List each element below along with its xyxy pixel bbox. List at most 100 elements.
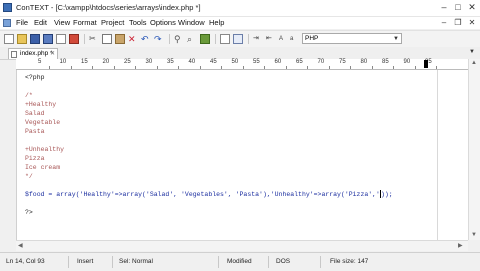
status-bar: Ln 14, Col 93 Insert Sel: Normal Modifie…: [0, 252, 480, 271]
redo-icon[interactable]: ↷: [154, 34, 164, 44]
insert-mode: Insert: [77, 258, 94, 265]
code-text: /*: [25, 92, 33, 99]
uppercase-icon[interactable]: A: [279, 34, 289, 44]
highlighter-select[interactable]: PHP ▼: [302, 33, 402, 44]
code-text: Vegetable: [25, 119, 61, 126]
menu-file[interactable]: File: [16, 18, 28, 27]
scroll-up-icon[interactable]: ▲: [471, 60, 477, 66]
code-text: +Unhealthy: [25, 146, 65, 153]
ruler-tick: [393, 66, 394, 69]
ruler-label: 40: [188, 59, 196, 65]
ruler-tick: [350, 66, 351, 69]
ruler-tick: [113, 66, 115, 69]
ruler-tick: [178, 66, 179, 69]
menu-window[interactable]: Window: [178, 18, 205, 27]
exit-icon[interactable]: [69, 34, 79, 44]
ruler: 5 10 15 20 25 30 35 40 45 50 55 60 65 70 75 80 85 90 95: [16, 59, 468, 70]
code-text: +Healthy: [25, 101, 57, 108]
toolbar-separator: [215, 34, 216, 44]
ruler-label: 25: [124, 59, 131, 65]
title-bar: ConTEXT - [C:\xampp\htdocs\series\arrays…: [0, 0, 480, 17]
paste-icon[interactable]: [115, 34, 125, 44]
menu-edit[interactable]: Edit: [34, 18, 47, 27]
menu-format[interactable]: Format: [73, 18, 97, 27]
find-icon[interactable]: ⚲: [174, 34, 184, 44]
save-icon[interactable]: [30, 34, 40, 44]
file-icon: [11, 51, 17, 58]
menu-view[interactable]: View: [54, 18, 70, 27]
code-text: Ice cream: [25, 164, 61, 171]
menu-bar: File Edit View Format Project Tools Opti…: [0, 17, 480, 29]
status-divider: [268, 256, 269, 268]
ruler-tick: [221, 66, 222, 69]
lowercase-icon[interactable]: a: [290, 34, 300, 44]
new-file-icon[interactable]: [4, 34, 14, 44]
open-folder-icon[interactable]: [17, 34, 27, 44]
close-file-icon[interactable]: [56, 34, 66, 44]
line-gutter: [0, 70, 16, 240]
ruler-tick: [307, 66, 308, 69]
doc-close-button[interactable]: ✕: [466, 17, 478, 28]
minimize-button[interactable]: –: [438, 2, 450, 13]
tab-index-php[interactable]: index.php * ✕: [8, 48, 58, 59]
scroll-down-icon[interactable]: ▼: [471, 232, 477, 238]
ruler-label: 90: [403, 59, 411, 65]
ruler-tick: [199, 66, 201, 69]
save-all-icon[interactable]: [43, 34, 53, 44]
status-divider: [320, 256, 321, 268]
maximize-button[interactable]: □: [452, 2, 464, 13]
menu-help[interactable]: Help: [209, 18, 224, 27]
close-button[interactable]: ✕: [466, 2, 478, 13]
menu-tools[interactable]: Tools: [129, 18, 147, 27]
menu-project[interactable]: Project: [101, 18, 124, 27]
window-title: ConTEXT - [C:\xampp\htdocs\series\arrays…: [16, 3, 201, 12]
status-divider: [112, 256, 113, 268]
ruler-tick: [242, 66, 244, 69]
print-icon[interactable]: [220, 34, 230, 44]
print-preview-icon[interactable]: [233, 34, 243, 44]
ruler-label: 10: [59, 59, 67, 65]
outdent-icon[interactable]: ⇤: [266, 34, 276, 44]
ruler-label: 75: [339, 59, 346, 65]
toolbar-separator: [84, 34, 85, 44]
code-line: Pasta: [25, 127, 45, 136]
delete-icon[interactable]: ✕: [128, 34, 138, 44]
toolbar-separator: [248, 34, 249, 44]
code-line: Ice cream: [25, 163, 60, 172]
indent-icon[interactable]: ⇥: [253, 34, 263, 44]
doc-minimize-button[interactable]: –: [438, 17, 450, 28]
tab-list-chevron-icon[interactable]: ▼: [466, 47, 478, 58]
scroll-left-icon[interactable]: ◀: [18, 242, 23, 249]
ruler-label: 80: [360, 59, 368, 65]
menu-options[interactable]: Options: [150, 18, 176, 27]
doc-restore-button[interactable]: ❐: [452, 17, 464, 28]
horizontal-scrollbar[interactable]: ◀ ▶: [16, 240, 468, 251]
modified-status: Modified: [227, 258, 252, 265]
code-editor[interactable]: <?php /* +Healthy Salad Vegetable Pasta +Unhea…: [16, 70, 469, 240]
ruler-tick: [371, 66, 373, 69]
ruler-label: 30: [145, 59, 153, 65]
undo-icon[interactable]: ↶: [141, 34, 151, 44]
vertical-scrollbar[interactable]: ▲ ▼: [468, 59, 480, 240]
document-menu-icon[interactable]: [3, 19, 11, 27]
code-text: <?php: [25, 74, 45, 81]
ruler-label: 15: [81, 59, 88, 65]
code-line: Vegetable: [25, 118, 60, 127]
scroll-right-icon[interactable]: ▶: [458, 242, 463, 249]
copy-icon[interactable]: [102, 34, 112, 44]
file-size: File size: 147: [330, 258, 369, 265]
ruler-label: 35: [167, 59, 174, 65]
selection-mode: Sel: Normal: [119, 258, 153, 265]
code-line: +Unhealthy: [25, 145, 64, 154]
search-replace-icon[interactable]: ⌕: [187, 34, 197, 44]
cut-icon[interactable]: ✂: [89, 34, 99, 44]
ruler-tick: [285, 66, 287, 69]
find-next-icon[interactable]: [200, 34, 210, 44]
code-text: */: [25, 173, 33, 180]
ruler-label: 5: [38, 59, 42, 65]
ruler-tick: [156, 66, 158, 69]
code-text: ?>: [25, 209, 33, 216]
ruler-tick: [92, 66, 93, 69]
tab-close-icon[interactable]: ✕: [50, 49, 55, 59]
ruler-label: 20: [102, 59, 110, 65]
